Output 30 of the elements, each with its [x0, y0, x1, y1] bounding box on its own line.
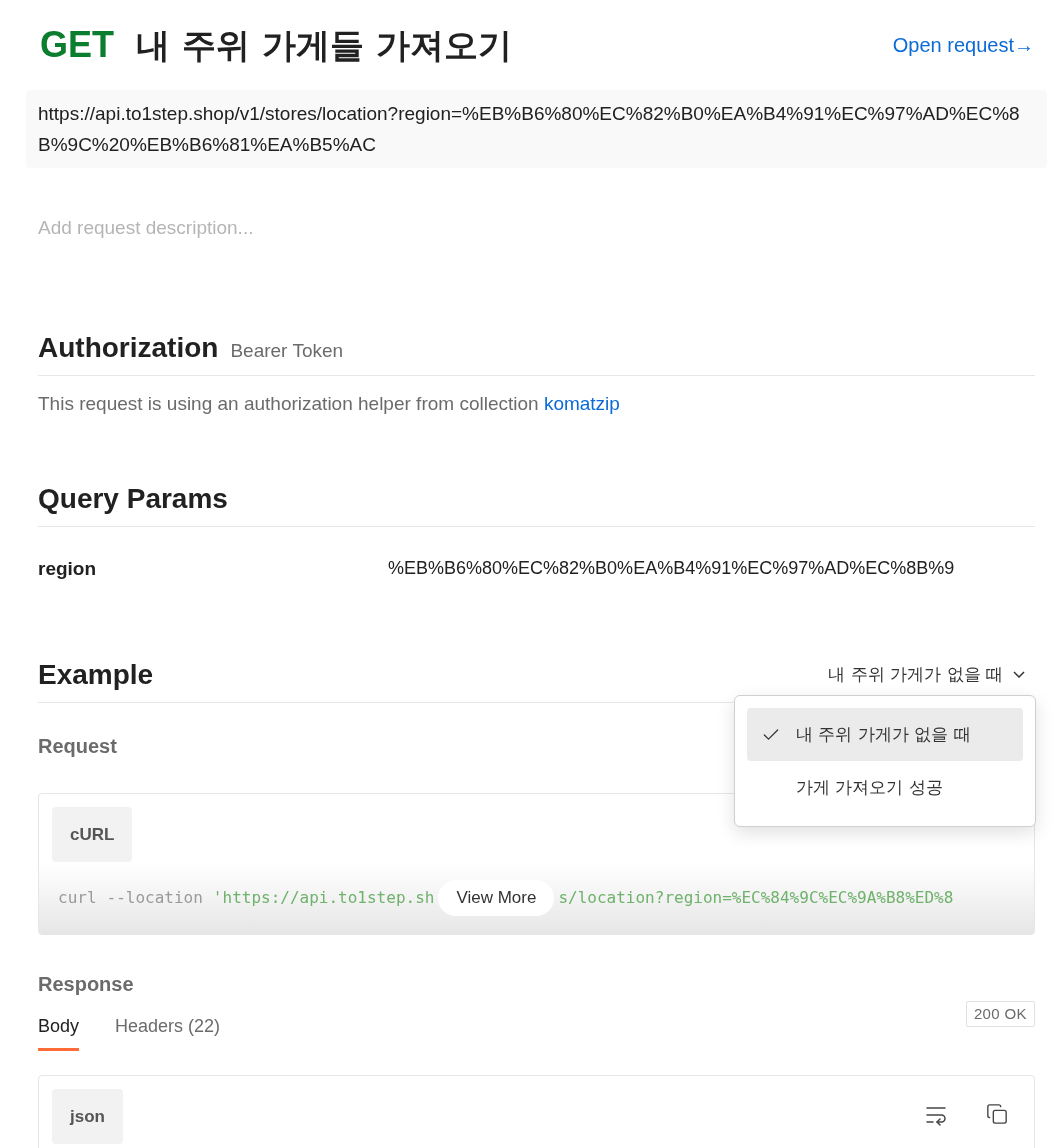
response-tab[interactable]: Body: [38, 1012, 80, 1051]
request-title: 내 주위 가게들 가져오기: [136, 24, 512, 67]
open-request-link[interactable]: Open request→: [892, 30, 1034, 60]
dropdown-option[interactable]: 내 주위 가게가 없을 때: [747, 708, 1023, 761]
param-value: %EB%B6%80%EC%82%B0%EA%B4%91%EC%97%AD%EC%8B%9: [388, 557, 955, 580]
collection-link[interactable]: komatzip: [543, 392, 620, 414]
status-badge: 200 OK: [965, 1000, 1035, 1027]
response-tab[interactable]: Headers (22): [115, 1012, 221, 1051]
code-token: --location: [106, 886, 203, 909]
section-heading: Query Params: [38, 483, 228, 514]
section-heading: Example: [38, 657, 154, 692]
code-token: curl: [58, 886, 97, 909]
view-more-button[interactable]: View More: [438, 880, 555, 916]
subsection-heading: Response: [38, 971, 134, 997]
param-key: region: [38, 555, 388, 584]
code-token: s/location?region=%EC%84%9C%EC%9A%B8%ED%8: [558, 886, 954, 909]
copy-icon[interactable]: [986, 1102, 1008, 1125]
language-label: cURL: [52, 806, 133, 862]
subsection-heading: Request: [38, 733, 117, 759]
description-field[interactable]: Add request description...: [38, 214, 638, 243]
auth-type: Bearer Token: [230, 338, 344, 363]
section-heading: Authorization: [38, 330, 219, 365]
url-box: https://api.to1step.shop/v1/stores/location?region=%EB%B6%80%EC%82%B0%EA%B4%91%EC%97%AD%EC%8B%9C%20%EB%B6%81%EA%B5%AC: [26, 90, 1047, 168]
method-label: GET: [40, 23, 114, 67]
auth-description: This request is using an authorization helper from collection: [38, 392, 540, 414]
chevron-icon: [1013, 671, 1025, 678]
code-token: 'https://api.to1step.sh: [212, 886, 435, 909]
dropdown-option[interactable]: 가게 가져오기 성공: [747, 761, 1023, 814]
example-selector[interactable]: 내 주위 가게가 없을 때: [828, 661, 1035, 688]
language-label: json: [52, 1088, 123, 1144]
